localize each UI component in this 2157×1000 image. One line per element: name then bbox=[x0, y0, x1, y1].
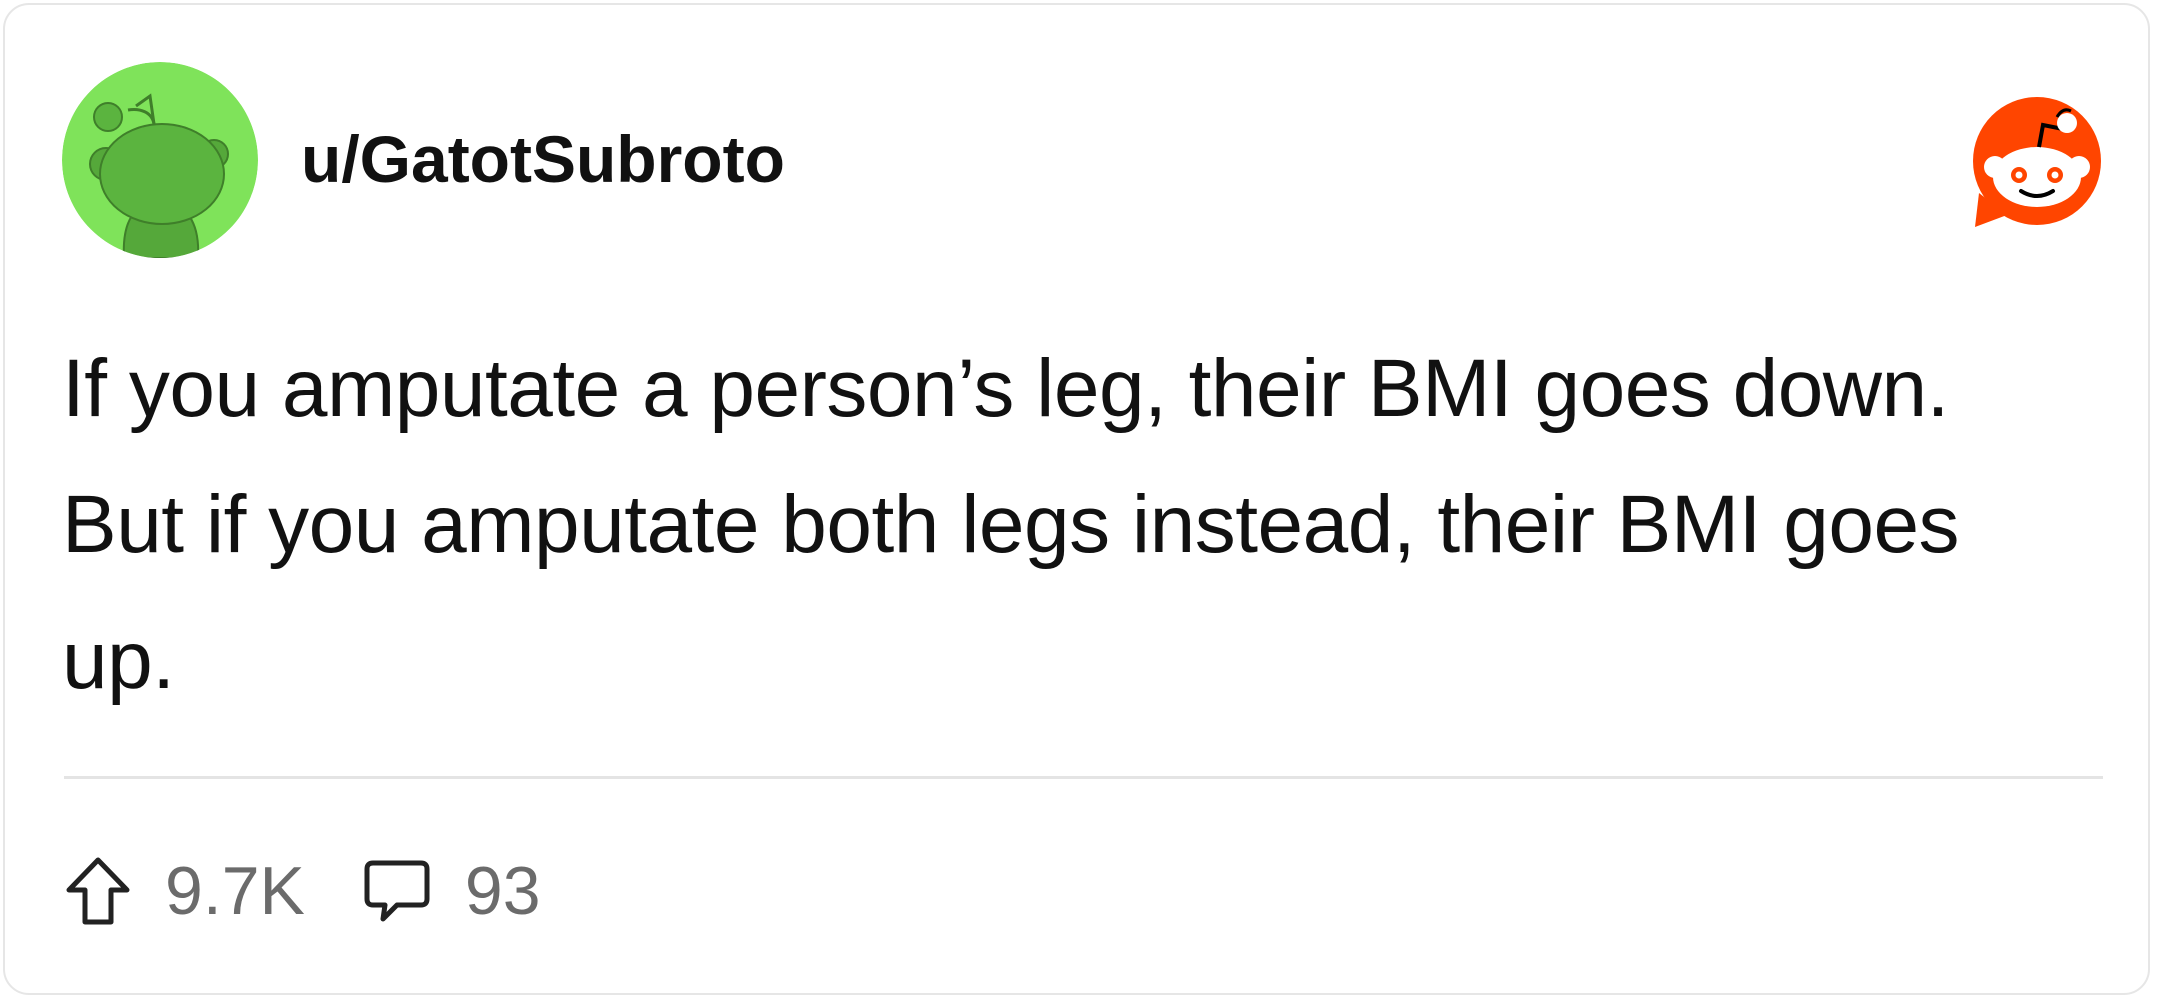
upvote-count: 9.7K bbox=[165, 853, 305, 929]
upvote-arrow-icon bbox=[66, 857, 130, 925]
snoo-avatar-icon bbox=[62, 62, 258, 258]
divider bbox=[64, 776, 2103, 779]
comment-count: 93 bbox=[464, 853, 541, 929]
post-author[interactable]: u/GatotSubroto bbox=[301, 119, 785, 199]
post-body-text: If you amputate a person’s leg, their BM… bbox=[62, 343, 1960, 706]
post-stats: 9.7K 93 bbox=[65, 851, 541, 931]
post-card[interactable]: u/GatotSubroto If you amputate a person’… bbox=[3, 3, 2150, 995]
comments-button[interactable]: 93 bbox=[363, 852, 541, 930]
reddit-logo-icon bbox=[1967, 95, 2107, 235]
upvote-button[interactable]: 9.7K bbox=[65, 852, 305, 930]
user-avatar[interactable] bbox=[62, 62, 258, 258]
comment-bubble-icon bbox=[364, 860, 430, 922]
